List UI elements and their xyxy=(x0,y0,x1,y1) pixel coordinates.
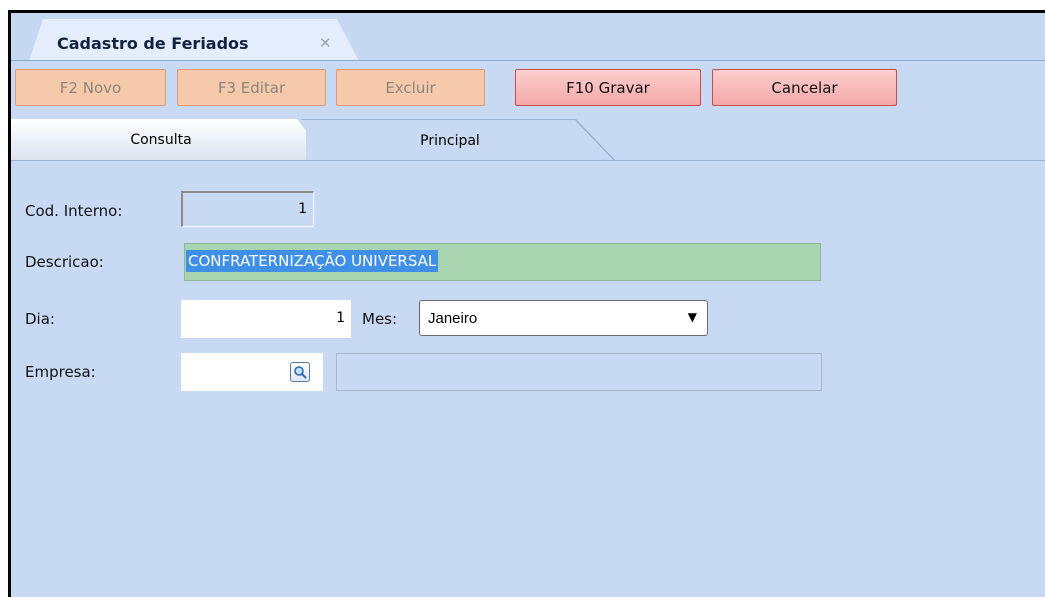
mes-selected-value: Janeiro xyxy=(428,310,478,327)
tab-principal-label: Principal xyxy=(420,132,480,149)
new-button[interactable]: F2 Novo xyxy=(15,69,166,106)
mes-select[interactable]: Janeiro ▼ xyxy=(419,300,708,336)
cod-interno-field: 1 xyxy=(181,191,314,227)
edit-button[interactable]: F3 Editar xyxy=(177,69,326,106)
empresa-description-field xyxy=(336,353,822,391)
delete-button[interactable]: Excluir xyxy=(336,69,485,106)
descricao-label: Descricao: xyxy=(25,253,104,271)
cancel-button[interactable]: Cancelar xyxy=(712,69,897,106)
cod-interno-label: Cod. Interno: xyxy=(25,202,123,220)
dia-label: Dia: xyxy=(25,310,55,328)
tab-consulta[interactable]: Consulta xyxy=(11,119,329,161)
mes-label: Mes: xyxy=(362,310,398,328)
app-window: Cadastro de Feriados ✕ F2 Novo F3 Editar… xyxy=(8,10,1045,597)
empresa-label: Empresa: xyxy=(25,363,96,381)
document-tab-title[interactable]: Cadastro de Feriados xyxy=(57,34,249,53)
tab-consulta-label: Consulta xyxy=(130,132,192,148)
document-tab-bar: Cadastro de Feriados ✕ xyxy=(11,13,1045,61)
toolbar: F2 Novo F3 Editar Excluir F10 Gravar Can… xyxy=(11,61,1045,117)
close-icon[interactable]: ✕ xyxy=(319,34,332,52)
descricao-input[interactable]: CONFRATERNIZAÇÃO UNIVERSAL xyxy=(184,243,821,281)
dia-input[interactable]: 1 xyxy=(181,300,351,338)
divider xyxy=(11,160,1045,161)
tab-principal[interactable]: Principal xyxy=(306,119,614,161)
chevron-down-icon[interactable]: ▼ xyxy=(688,310,697,324)
magnifier-icon[interactable] xyxy=(290,362,310,382)
descricao-selected-text: CONFRATERNIZAÇÃO UNIVERSAL xyxy=(186,250,439,272)
save-button[interactable]: F10 Gravar xyxy=(515,69,701,106)
page-tab-strip: Consulta Principal xyxy=(11,117,1045,161)
